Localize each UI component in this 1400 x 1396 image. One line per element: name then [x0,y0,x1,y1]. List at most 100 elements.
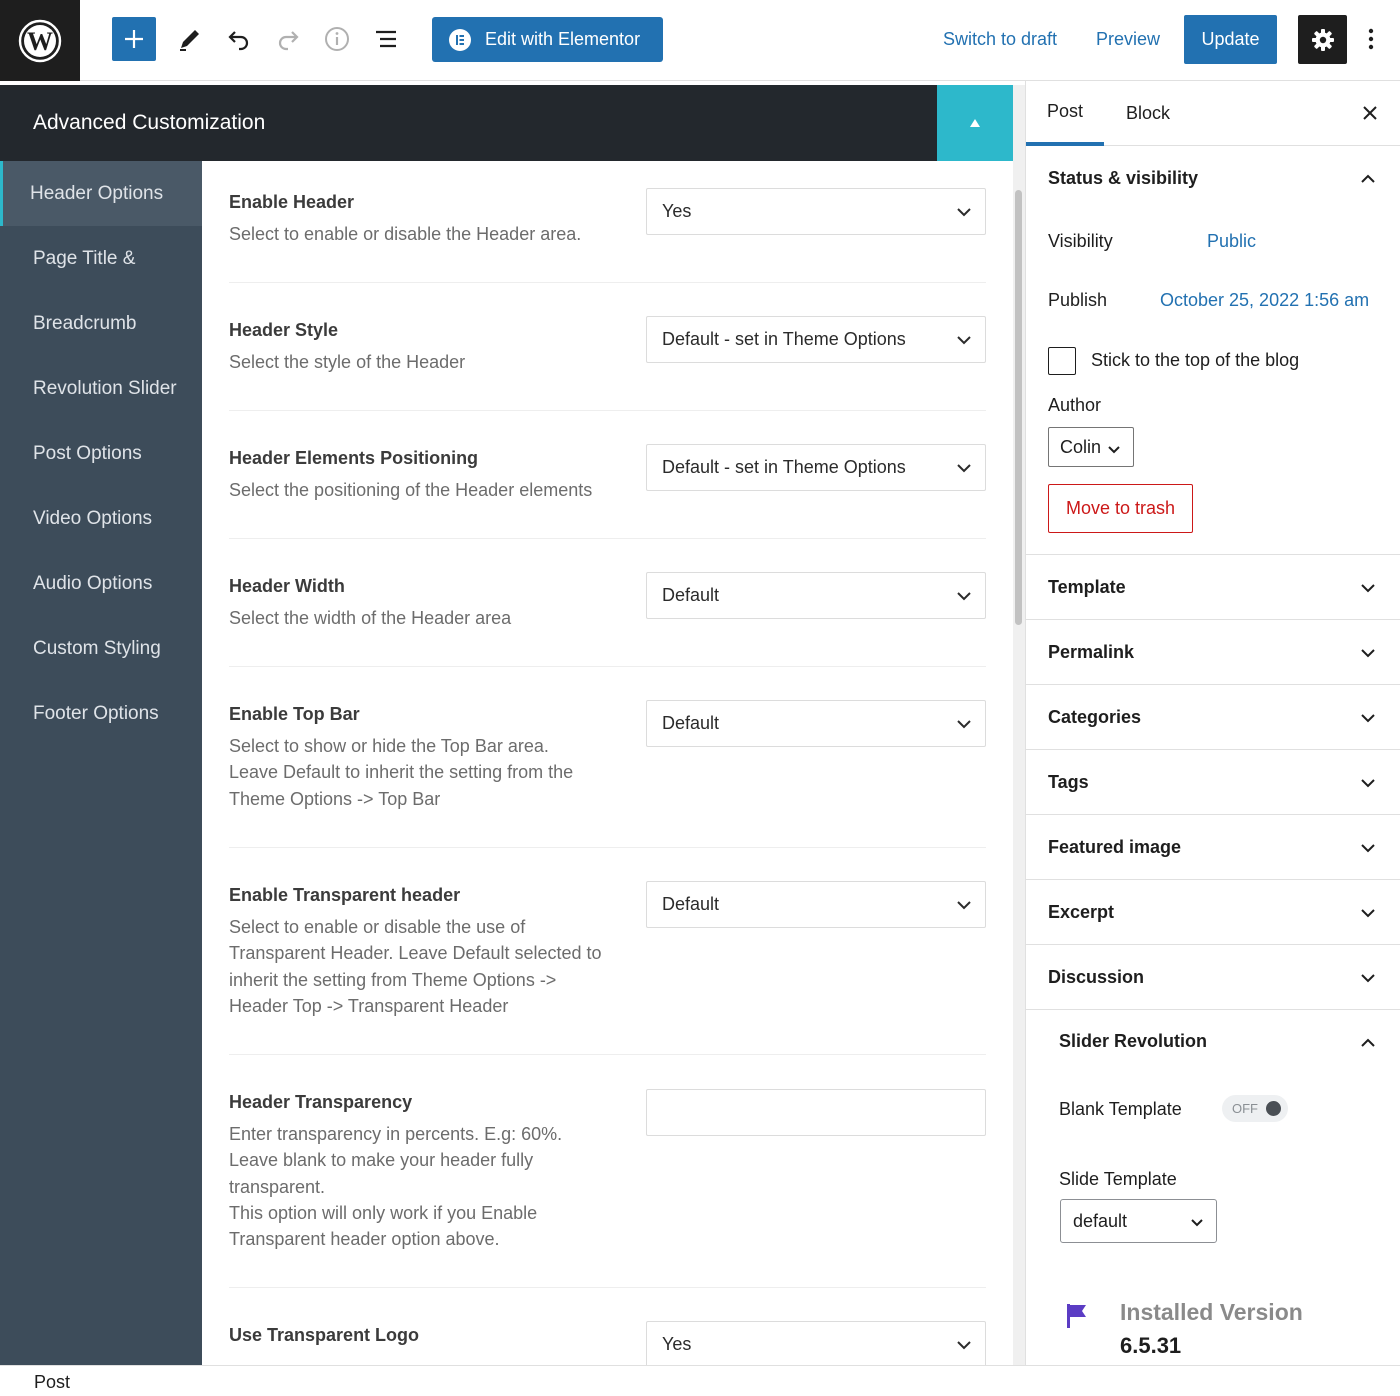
editor-footer: Post [0,1365,1400,1396]
publish-date-link[interactable]: October 25, 2022 1:56 am [1160,290,1369,311]
select-value: Yes [662,201,692,221]
installed-version-label: Installed Version [1120,1299,1303,1325]
nav-item-breadcrumb[interactable]: Breadcrumb [0,291,202,356]
content-scrollbar[interactable] [1013,85,1025,1365]
enable-header-select[interactable]: Yes [646,188,986,235]
option-description: Select to enable or disable the use of T… [229,917,602,1016]
sidebar-tabs: Post Block [1026,81,1400,146]
option-description: Select the style of the Header [229,352,466,372]
chevron-down-icon [957,336,971,345]
option-title: Use Transparent Logo [229,1325,420,1345]
enable-transparent-header-select[interactable]: Default [646,881,986,928]
redo-button[interactable] [268,17,308,61]
sticky-checkbox[interactable] [1048,347,1076,375]
more-options-button[interactable] [1356,17,1386,61]
panel-featured-image[interactable]: Featured image [1026,815,1400,880]
preview-button[interactable]: Preview [1096,17,1160,61]
triangle-up-icon [970,119,980,127]
svg-text:W: W [27,27,53,56]
nav-item-video-options[interactable]: Video Options [0,486,202,551]
enable-top-bar-select[interactable]: Default [646,700,986,747]
add-block-button[interactable] [112,17,156,61]
chevron-down-icon [1361,779,1375,788]
edit-with-elementor-label: Edit with Elementor [485,29,641,49]
update-button[interactable]: Update [1184,15,1277,64]
chevron-down-icon [1108,446,1120,454]
editor-toolbar: W Edit with Elementor Switch to draft Pr… [0,0,1400,81]
chevron-down-icon [957,1341,971,1350]
option-header-style: Header Style Select the style of the Hea… [229,283,986,411]
vertical-ellipsis-icon [1368,28,1374,50]
option-description-line: This option will only work if you Enable… [229,1202,538,1250]
option-title: Header Width [229,576,345,596]
metabox-title: Advanced Customization [33,111,266,134]
block-breadcrumb[interactable]: Post [34,1372,70,1393]
select-value: Yes [662,1334,692,1354]
author-select[interactable]: Colin [1048,427,1134,467]
header-style-select[interactable]: Default - set in Theme Options [646,316,986,363]
panel-excerpt[interactable]: Excerpt [1026,880,1400,945]
option-description: Enter transparency in percents. E.g: 60%… [229,1121,574,1252]
panel-categories[interactable]: Categories [1026,685,1400,750]
list-view-button[interactable] [366,17,406,61]
header-width-select[interactable]: Default [646,572,986,619]
toggle-state: OFF [1232,1101,1258,1116]
nav-item-audio-options[interactable]: Audio Options [0,551,202,616]
nav-item-page-title[interactable]: Page Title & [0,226,202,291]
panel-slider-revolution[interactable]: Slider Revolution [1026,1010,1400,1072]
panel-template[interactable]: Template [1026,555,1400,620]
header-transparency-input[interactable] [646,1089,986,1136]
plus-icon [125,30,143,48]
metabox-collapse-button[interactable] [937,85,1013,161]
switch-to-draft-button[interactable]: Switch to draft [943,17,1057,61]
info-icon [325,27,349,51]
option-title: Enable Transparent header [229,885,461,905]
undo-icon [228,31,249,51]
chevron-down-icon [1361,844,1375,853]
panel-discussion[interactable]: Discussion [1026,945,1400,1010]
option-description: Select to enable or disable the Header a… [229,224,582,244]
undo-button[interactable] [219,17,259,61]
scrollbar-thumb[interactable] [1015,190,1022,625]
settings-sidebar: Post Block Status & visibility Visibilit… [1025,81,1400,1365]
panel-status-visibility[interactable]: Status & visibility [1026,146,1400,211]
visibility-value-link[interactable]: Public [1207,231,1256,252]
tab-block[interactable]: Block [1126,81,1170,146]
slide-template-select[interactable]: default [1060,1199,1217,1243]
panel-title: Categories [1048,706,1142,727]
move-to-trash-button[interactable]: Move to trash [1048,484,1193,533]
blank-template-toggle[interactable]: OFF [1222,1095,1288,1122]
wordpress-icon: W [18,19,62,62]
panel-permalink[interactable]: Permalink [1026,620,1400,685]
select-value: Default [662,713,720,733]
close-sidebar-button[interactable] [1356,99,1384,127]
panel-title: Featured image [1048,836,1182,857]
select-value: Default - set in Theme Options [662,329,906,349]
option-header-width: Header Width Select the width of the Hea… [229,539,986,667]
nav-item-header-options[interactable]: Header Options [0,161,202,226]
chevron-down-icon [1361,909,1375,918]
panel-tags[interactable]: Tags [1026,750,1400,815]
nav-item-custom-styling[interactable]: Custom Styling [0,616,202,681]
chevron-down-icon [957,901,971,910]
option-use-transparent-logo: Use Transparent Logo Yes [229,1288,986,1365]
use-transparent-logo-select[interactable]: Yes [646,1321,986,1365]
option-description: Select the width of the Header area [229,608,512,628]
option-title: Enable Header [229,192,355,212]
tools-button[interactable] [170,17,210,61]
panel-title: Status & visibility [1048,168,1199,188]
nav-item-revolution-slider[interactable]: Revolution Slider [0,356,202,421]
option-header-elements-positioning: Header Elements Positioning Select the p… [229,411,986,539]
select-value: Default - set in Theme Options [662,457,906,477]
details-button[interactable] [317,17,357,61]
wordpress-logo-button[interactable]: W [0,0,80,81]
select-value: Default [662,894,720,914]
nav-item-post-options[interactable]: Post Options [0,421,202,486]
advanced-customization-metabox: Advanced Customization Header Options Pa… [0,85,1013,1365]
tab-post[interactable]: Post [1026,81,1104,146]
settings-button[interactable] [1298,15,1347,64]
nav-item-footer-options[interactable]: Footer Options [0,681,202,746]
edit-with-elementor-button[interactable]: Edit with Elementor [432,17,663,62]
option-enable-top-bar: Enable Top Bar Select to show or hide th… [229,667,986,848]
header-elements-positioning-select[interactable]: Default - set in Theme Options [646,444,986,491]
